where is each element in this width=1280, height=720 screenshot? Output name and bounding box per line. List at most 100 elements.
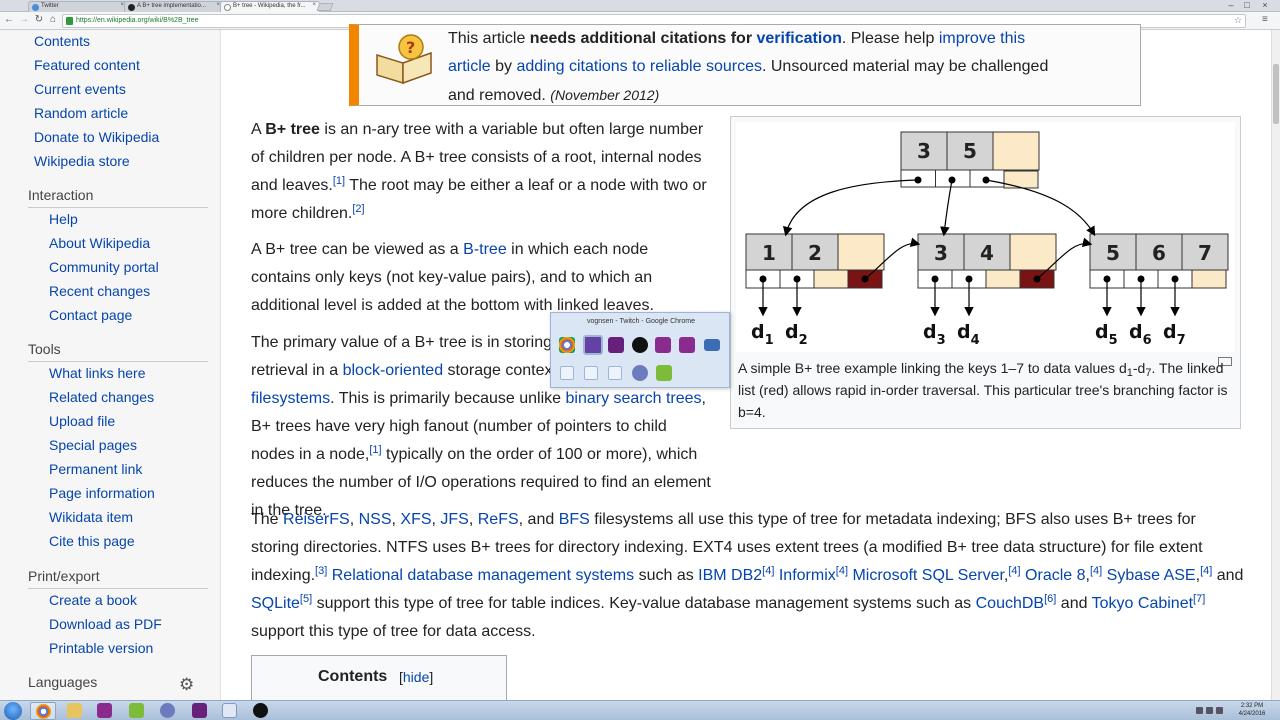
- sidebar-item-contact[interactable]: Contact page: [49, 307, 132, 323]
- sidebar-item-related-changes[interactable]: Related changes: [49, 389, 154, 405]
- taskbar-emacs[interactable]: [92, 702, 118, 720]
- bfs-link[interactable]: BFS: [559, 511, 590, 528]
- citation-ref[interactable]: [1]: [333, 175, 345, 187]
- minimize-icon[interactable]: –: [1224, 0, 1238, 10]
- jfs-link[interactable]: JFS: [440, 511, 468, 528]
- emacs-icon[interactable]: [655, 337, 671, 353]
- tray-flag-icon[interactable]: [1196, 707, 1203, 714]
- sidebar-item-random-article[interactable]: Random article: [34, 105, 128, 121]
- home-icon[interactable]: ⌂: [47, 14, 59, 25]
- improve-article-link[interactable]: improve this: [939, 30, 1025, 47]
- tokyo-cabinet-link[interactable]: Tokyo Cabinet: [1092, 595, 1193, 612]
- sidebar-item-upload-file[interactable]: Upload file: [49, 413, 115, 429]
- block-oriented-link[interactable]: block-oriented: [343, 362, 444, 379]
- back-icon[interactable]: ←: [3, 14, 15, 25]
- taskbar-explorer[interactable]: [62, 702, 88, 720]
- citation-ref[interactable]: [1]: [369, 444, 381, 456]
- sidebar-item-printable-version[interactable]: Printable version: [49, 640, 153, 656]
- taskbar-globe[interactable]: [155, 702, 181, 720]
- menu-icon[interactable]: ≡: [1262, 14, 1268, 25]
- xfs-link[interactable]: XFS: [400, 511, 431, 528]
- document-icon[interactable]: [584, 366, 598, 380]
- citation-ref[interactable]: [5]: [300, 593, 312, 605]
- visual-studio-icon[interactable]: [608, 337, 624, 353]
- refs-link[interactable]: ReFS: [478, 511, 519, 528]
- sidebar-item-permanent-link[interactable]: Permanent link: [49, 461, 142, 477]
- taskbar-chrome[interactable]: [30, 702, 56, 720]
- improve-article-link-2[interactable]: article: [448, 58, 491, 75]
- sidebar-item-recent-changes[interactable]: Recent changes: [49, 283, 150, 299]
- window-close-icon[interactable]: ×: [1258, 0, 1272, 10]
- sqlite-link[interactable]: SQLite: [251, 595, 300, 612]
- adding-citations-link[interactable]: adding citations to reliable sources: [516, 58, 761, 75]
- sidebar-item-donate[interactable]: Donate to Wikipedia: [34, 129, 159, 145]
- sidebar-item-featured-content[interactable]: Featured content: [34, 57, 140, 73]
- sidebar-item-help[interactable]: Help: [49, 211, 78, 227]
- reiserfs-link[interactable]: ReiserFS: [283, 511, 350, 528]
- globe-icon[interactable]: [632, 365, 648, 381]
- sidebar-item-about[interactable]: About Wikipedia: [49, 235, 150, 251]
- sidebar-item-current-events[interactable]: Current events: [34, 81, 126, 97]
- sidebar-item-what-links-here[interactable]: What links here: [49, 365, 145, 381]
- window-icon[interactable]: [704, 339, 720, 351]
- ibm-db2-link[interactable]: IBM DB2: [698, 567, 762, 584]
- clock-time[interactable]: 2:32 PM: [1232, 703, 1272, 709]
- citation-ref[interactable]: [4]: [1200, 565, 1212, 577]
- oracle-link[interactable]: Oracle 8: [1025, 567, 1085, 584]
- taskbar-lambda[interactable]: [124, 702, 150, 720]
- citation-ref[interactable]: [2]: [352, 203, 364, 215]
- clock-date[interactable]: 4/24/2016: [1232, 711, 1272, 717]
- forward-icon[interactable]: →: [18, 14, 30, 25]
- citation-ref[interactable]: [4]: [836, 565, 848, 577]
- mssql-link[interactable]: Microsoft SQL Server: [852, 567, 1003, 584]
- couchdb-link[interactable]: CouchDB: [976, 595, 1044, 612]
- tray-network-icon[interactable]: [1206, 707, 1213, 714]
- citation-ref[interactable]: [4]: [1090, 565, 1102, 577]
- taskbar-notepad[interactable]: [217, 702, 243, 720]
- tab-github[interactable]: A B+ tree implementatio... ×: [124, 1, 224, 12]
- binary-search-trees-link[interactable]: binary search trees: [565, 390, 701, 407]
- page-scrollbar[interactable]: [1271, 30, 1280, 700]
- toc-hide-toggle[interactable]: [hide]: [399, 669, 433, 685]
- taskbar-app[interactable]: [248, 702, 274, 720]
- tab-twitter[interactable]: Twitter ×: [28, 1, 128, 12]
- start-button-icon[interactable]: [4, 702, 22, 720]
- twitch-icon[interactable]: [583, 335, 603, 355]
- sybase-link[interactable]: Sybase ASE: [1107, 567, 1196, 584]
- rdbms-link[interactable]: Relational database management systems: [332, 567, 634, 584]
- sidebar-item-special-pages[interactable]: Special pages: [49, 437, 137, 453]
- emacs-icon-2[interactable]: [679, 337, 695, 353]
- document-icon[interactable]: [608, 366, 622, 380]
- filesystems-link[interactable]: filesystems: [251, 390, 330, 407]
- sidebar-item-cite-this-page[interactable]: Cite this page: [49, 533, 135, 549]
- citation-ref[interactable]: [4]: [762, 565, 774, 577]
- maximize-icon[interactable]: □: [1240, 0, 1254, 10]
- sidebar-item-download-pdf[interactable]: Download as PDF: [49, 616, 162, 632]
- taskbar-visual-studio[interactable]: [187, 702, 213, 720]
- tab-wikipedia[interactable]: B+ tree - Wikipedia, the fr... ×: [220, 1, 320, 12]
- lambda-icon[interactable]: [656, 365, 672, 381]
- tray-volume-icon[interactable]: [1216, 707, 1223, 714]
- citation-ref[interactable]: [7]: [1193, 593, 1205, 605]
- citation-ref[interactable]: [3]: [315, 565, 327, 577]
- bookmark-star-icon[interactable]: ☆: [1234, 15, 1242, 26]
- citation-ref[interactable]: [6]: [1044, 593, 1056, 605]
- btree-link[interactable]: B-tree: [463, 241, 507, 258]
- reload-icon[interactable]: ↻: [33, 14, 45, 25]
- gear-icon[interactable]: ⚙: [179, 675, 194, 695]
- informix-link[interactable]: Informix: [779, 567, 836, 584]
- nss-link[interactable]: NSS: [359, 511, 392, 528]
- toc-hide-label[interactable]: hide: [403, 669, 429, 685]
- sidebar-item-create-book[interactable]: Create a book: [49, 592, 137, 608]
- verification-link[interactable]: verification: [757, 30, 842, 47]
- sidebar-item-community-portal[interactable]: Community portal: [49, 259, 159, 275]
- scrollbar-thumb[interactable]: [1273, 64, 1279, 124]
- bplus-tree-diagram[interactable]: 3 5 1 2 3 4 5 6 7 d1 d2 d3 d4 d5 d6 d7: [736, 122, 1235, 352]
- document-icon[interactable]: [560, 366, 574, 380]
- sidebar-item-wikidata-item[interactable]: Wikidata item: [49, 509, 133, 525]
- sidebar-item-page-information[interactable]: Page information: [49, 485, 155, 501]
- new-tab-button[interactable]: [316, 3, 334, 11]
- citation-ref[interactable]: [4]: [1008, 565, 1020, 577]
- close-icon[interactable]: ×: [312, 2, 316, 8]
- sidebar-item-store[interactable]: Wikipedia store: [34, 153, 130, 169]
